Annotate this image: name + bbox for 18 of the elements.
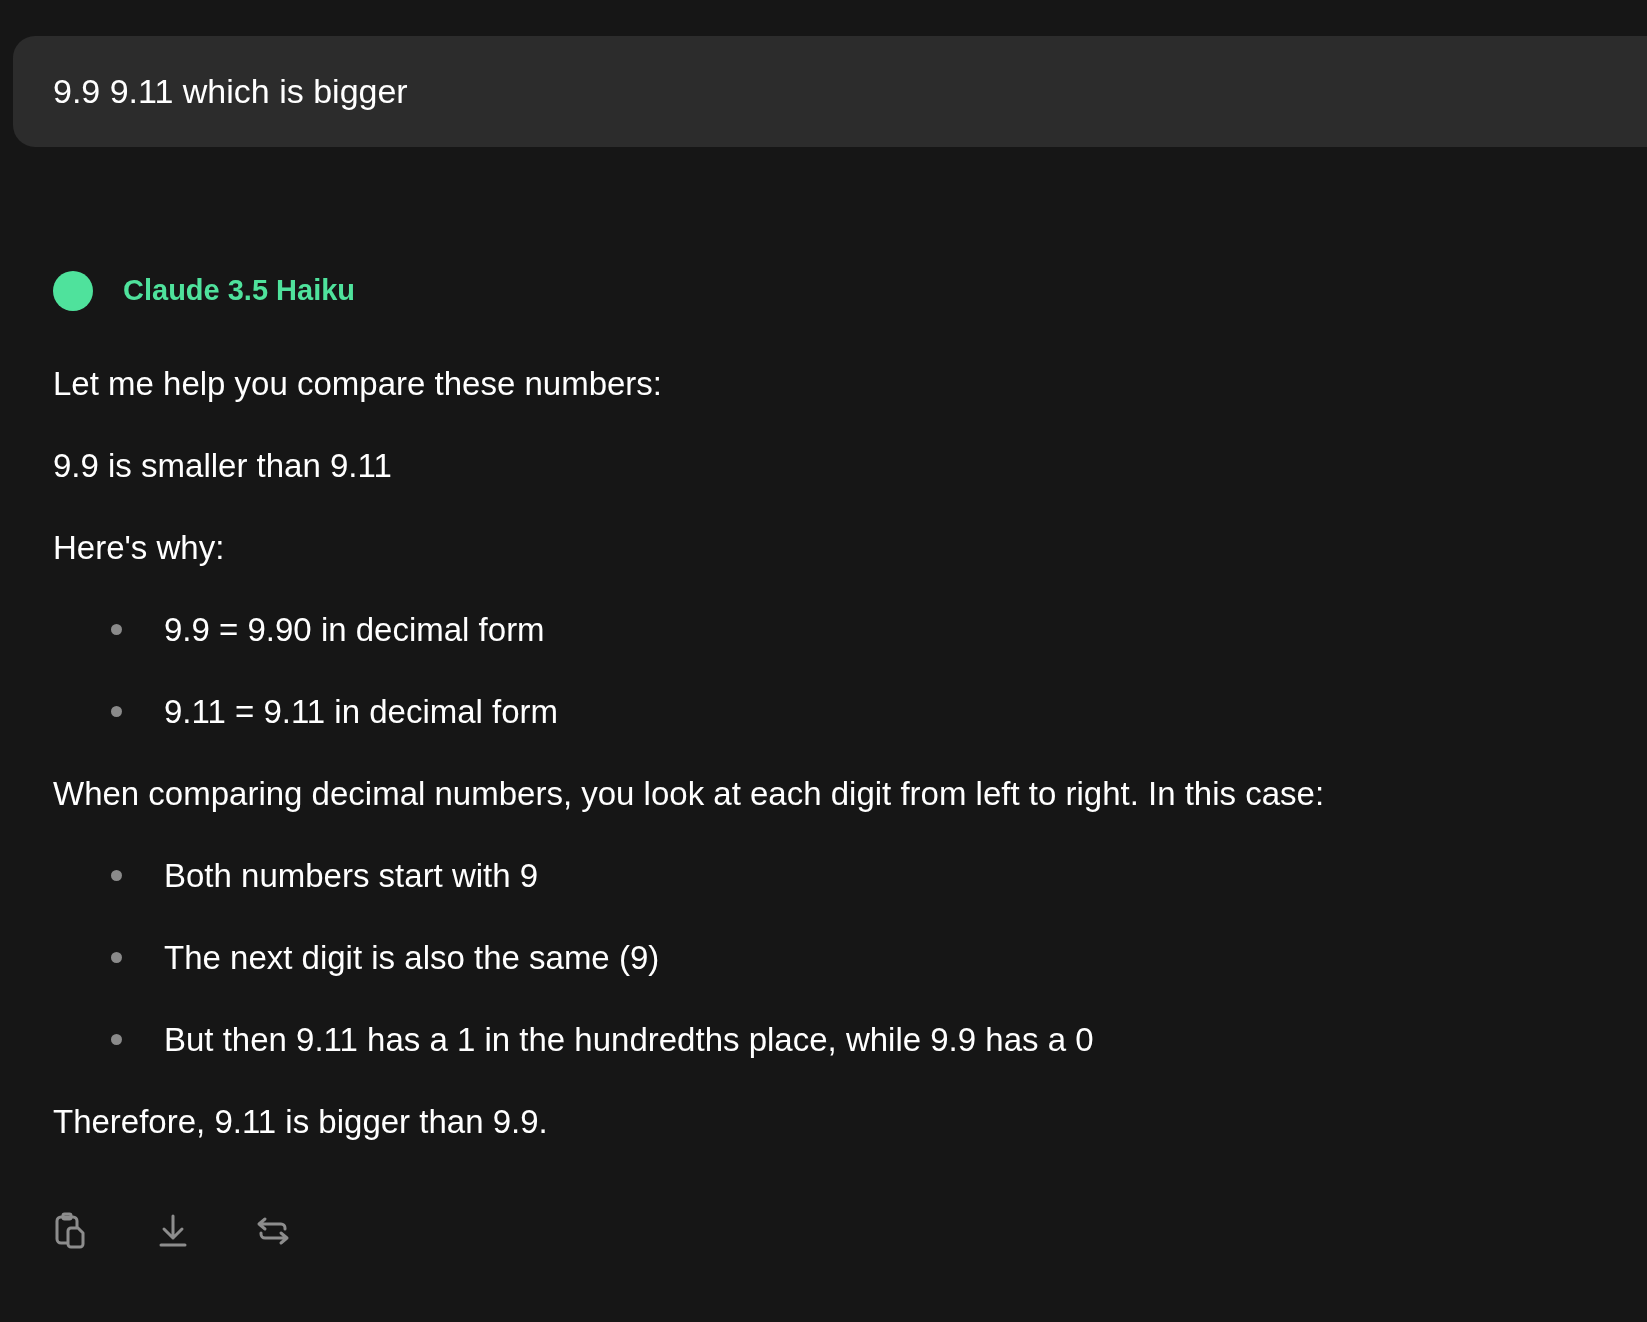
list-item-text: The next digit is also the same (9) <box>164 937 660 978</box>
response-paragraph: When comparing decimal numbers, you look at each digit from left to right. In this case: <box>53 773 1325 814</box>
list-item-text: 9.11 = 9.11 in decimal form <box>164 691 559 732</box>
response-paragraph: 9.9 is smaller than 9.11 <box>53 445 392 486</box>
list-item-text: 9.9 = 9.90 in decimal form <box>164 609 545 650</box>
user-message-text: 9.9 9.11 which is bigger <box>53 71 408 112</box>
bullet-icon <box>111 1034 122 1045</box>
list-item-text: Both numbers start with 9 <box>164 855 539 896</box>
list-item-text: But then 9.11 has a 1 in the hundredths place, while 9.9 has a 0 <box>164 1019 1094 1060</box>
bullet-icon <box>111 870 122 881</box>
response-paragraph: Let me help you compare these numbers: <box>53 363 662 404</box>
response-paragraph: Here's why: <box>53 527 225 568</box>
bullet-icon <box>111 706 122 717</box>
bullet-icon <box>111 952 122 963</box>
bullet-icon <box>111 624 122 635</box>
model-name: Claude 3.5 Haiku <box>123 273 356 308</box>
model-avatar-icon <box>53 270 93 311</box>
response-paragraph: Therefore, 9.11 is bigger than 9.9. <box>53 1101 548 1142</box>
